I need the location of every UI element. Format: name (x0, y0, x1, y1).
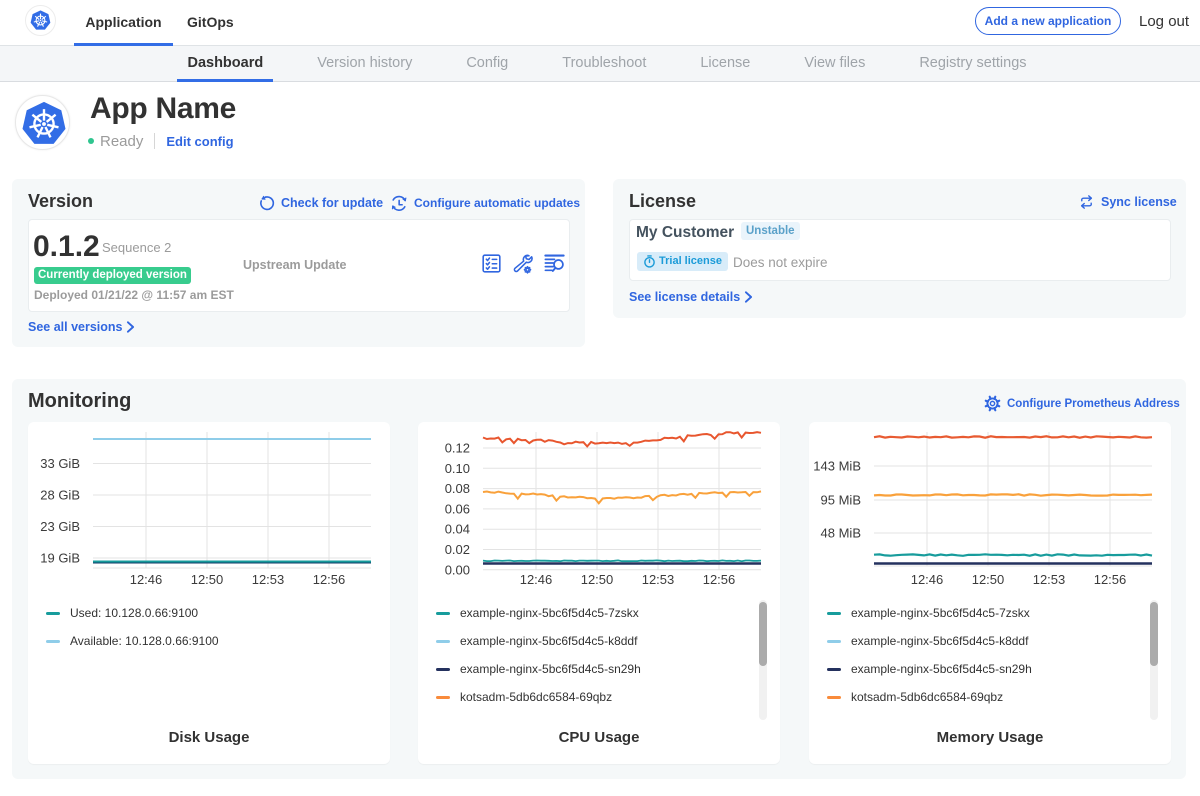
svg-text:12:56: 12:56 (703, 572, 736, 587)
svg-text:95 MiB: 95 MiB (821, 493, 861, 508)
svg-text:0.06: 0.06 (445, 501, 470, 516)
svg-text:12:53: 12:53 (252, 572, 285, 587)
svg-text:143 MiB: 143 MiB (813, 459, 861, 474)
svg-text:12:50: 12:50 (972, 572, 1005, 587)
svg-text:12:46: 12:46 (911, 572, 944, 587)
svg-text:48 MiB: 48 MiB (821, 526, 861, 541)
svg-text:12:53: 12:53 (642, 572, 675, 587)
svg-text:0.08: 0.08 (445, 481, 470, 496)
svg-text:12:50: 12:50 (191, 572, 224, 587)
svg-text:0.04: 0.04 (445, 522, 470, 537)
svg-text:28 GiB: 28 GiB (40, 488, 80, 503)
svg-text:0.12: 0.12 (445, 441, 470, 456)
svg-text:12:53: 12:53 (1033, 572, 1066, 587)
svg-text:12:50: 12:50 (581, 572, 614, 587)
svg-text:19 GiB: 19 GiB (40, 551, 80, 566)
svg-text:23 GiB: 23 GiB (40, 519, 80, 534)
svg-text:12:56: 12:56 (313, 572, 346, 587)
svg-text:12:56: 12:56 (1094, 572, 1127, 587)
svg-text:0.02: 0.02 (445, 542, 470, 557)
svg-text:0.00: 0.00 (445, 562, 470, 577)
svg-text:0.10: 0.10 (445, 461, 470, 476)
svg-text:12:46: 12:46 (130, 572, 163, 587)
svg-text:12:46: 12:46 (520, 572, 553, 587)
svg-text:33 GiB: 33 GiB (40, 456, 80, 471)
